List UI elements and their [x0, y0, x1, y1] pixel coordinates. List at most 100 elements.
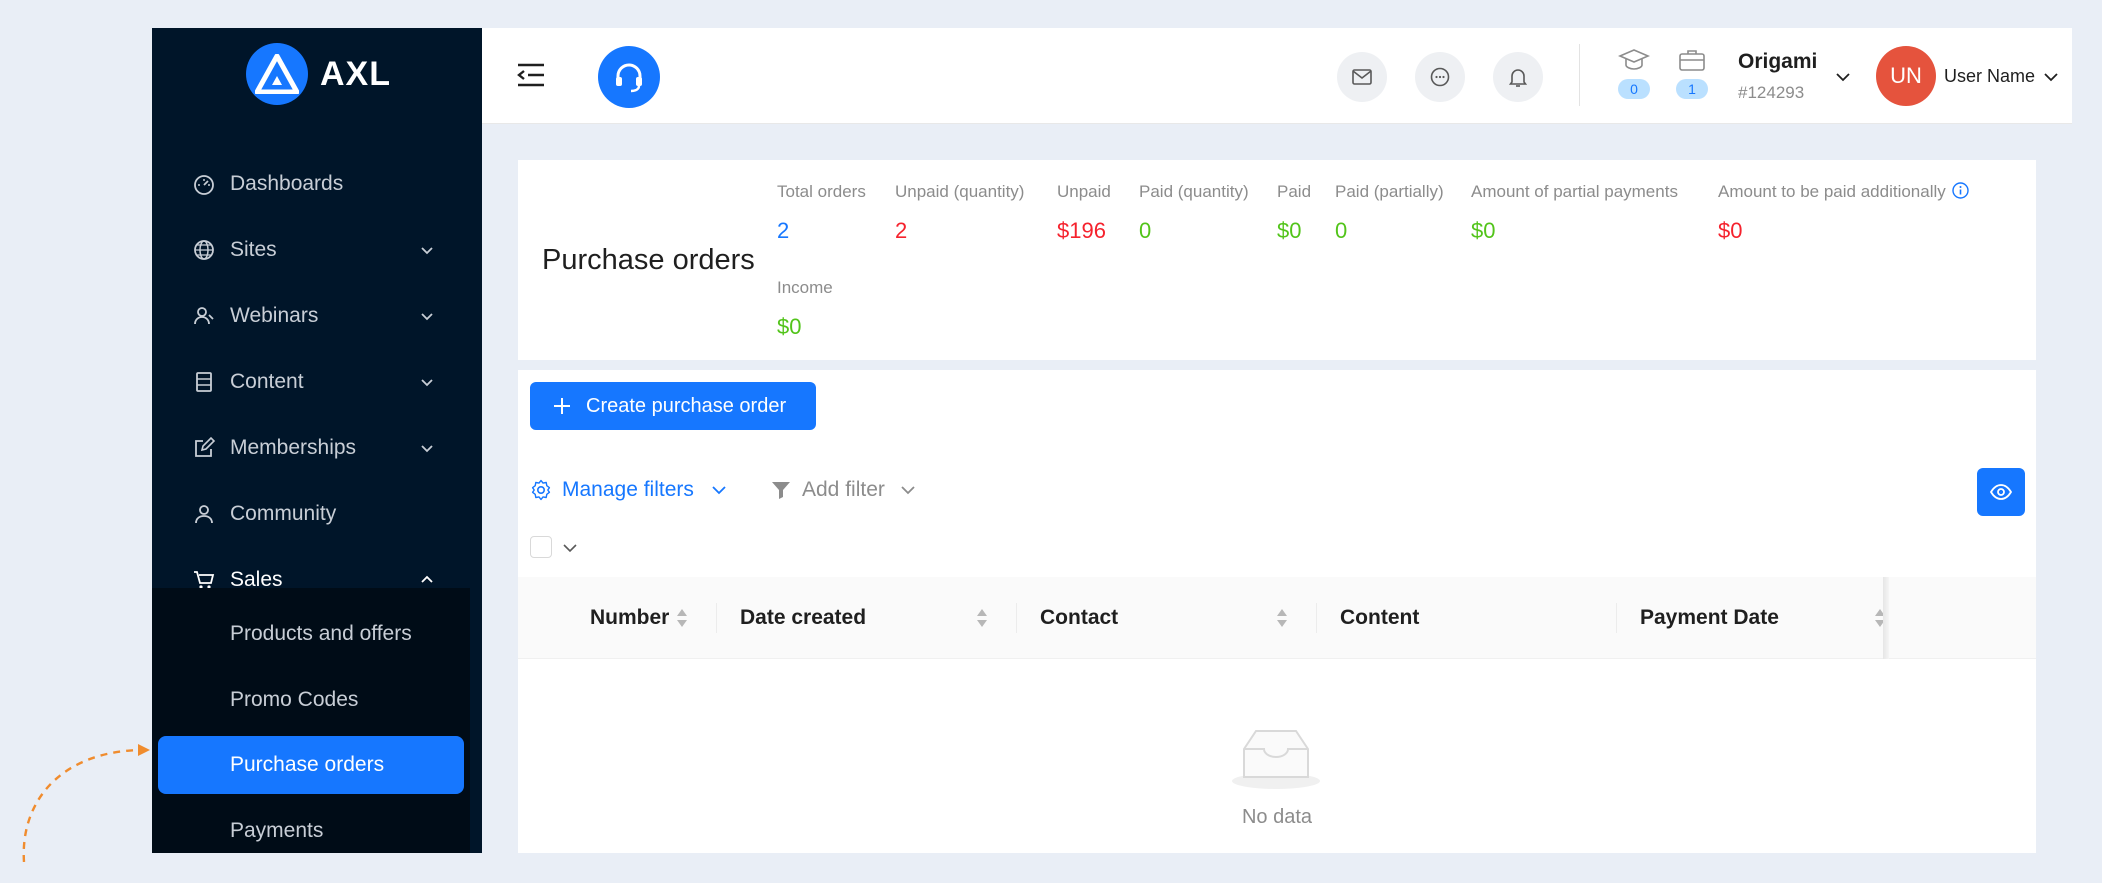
dashed-arrow-icon — [22, 744, 150, 862]
sidebar-scrollbar[interactable] — [470, 588, 482, 853]
org-name[interactable]: Origami — [1738, 50, 1817, 74]
dashboard-icon — [194, 175, 214, 195]
header-divider — [1579, 44, 1580, 106]
column-header-date-created[interactable]: Date created — [740, 577, 866, 659]
courses-counter[interactable]: 0 — [1616, 48, 1652, 99]
column-header-number[interactable]: Number — [590, 577, 669, 659]
user-name[interactable]: User Name — [1944, 66, 2035, 87]
stat-label: Amount of partial payments — [1471, 182, 1678, 201]
add-filter-label: Add filter — [802, 478, 885, 501]
courses-count-badge: 0 — [1618, 79, 1650, 99]
info-icon[interactable] — [1952, 182, 1969, 199]
sidebar-item-label: Memberships — [230, 436, 357, 459]
stat-value: 2 — [777, 218, 790, 243]
chat-button[interactable] — [1415, 52, 1465, 102]
bell-icon — [1508, 69, 1528, 87]
submenu-item-label: Products and offers — [230, 622, 412, 645]
webinar-icon — [194, 307, 214, 325]
stat-value: $0 — [1718, 218, 1743, 243]
logo-mark-icon — [246, 43, 308, 105]
support-button[interactable] — [598, 46, 660, 108]
fixed-column-shadow — [1883, 577, 1889, 659]
sidebar-item-sites[interactable]: Sites — [152, 222, 482, 278]
notifications-button[interactable] — [1493, 52, 1543, 102]
stat-value: $0 — [1277, 218, 1302, 243]
stat-value: 2 — [895, 218, 908, 243]
sort-icon[interactable] — [676, 607, 688, 629]
submenu-item-purchase-orders[interactable]: Purchase orders — [158, 736, 464, 794]
orders-table-card: Create purchase order Manage filters Add… — [518, 370, 2036, 853]
manage-filters-button[interactable]: Manage filters — [530, 478, 728, 502]
stat-label: Amount to be paid additionally — [1718, 182, 1946, 201]
column-header-content[interactable]: Content — [1340, 577, 1419, 659]
table-header: Number Date created Contact Content Paym… — [518, 577, 2036, 659]
chevron-down-icon — [421, 445, 433, 453]
submenu-item-payments[interactable]: Payments — [158, 802, 464, 853]
menu-fold-icon[interactable] — [516, 62, 546, 88]
submenu-item-label: Payments — [230, 819, 324, 842]
chat-icon — [1430, 67, 1450, 87]
user-icon — [195, 505, 213, 524]
sidebar-item-memberships[interactable]: Memberships — [152, 420, 482, 476]
column-visibility-button[interactable] — [1977, 468, 2025, 516]
mail-button[interactable] — [1337, 52, 1387, 102]
submenu-item-promo-codes[interactable]: Promo Codes — [158, 671, 464, 729]
sidebar-item-community[interactable]: Community — [152, 486, 482, 542]
plus-icon — [554, 398, 570, 414]
chevron-down-icon — [901, 486, 915, 495]
chevron-down-icon[interactable] — [1834, 68, 1852, 86]
stat-label: Paid (partially) — [1335, 182, 1444, 201]
empty-inbox-icon — [1232, 730, 1320, 789]
cases-count-badge: 1 — [1676, 79, 1708, 99]
stat-total-orders: Total orders 2 — [777, 182, 866, 244]
sidebar-item-webinars[interactable]: Webinars — [152, 288, 482, 344]
sidebar-item-label: Sites — [230, 238, 277, 261]
stat-paid-quantity: Paid (quantity) 0 — [1139, 182, 1249, 244]
briefcase-icon — [1679, 50, 1705, 71]
column-separator — [1016, 603, 1017, 633]
brand-name: AXL — [320, 54, 391, 93]
sort-icon[interactable] — [1276, 607, 1288, 629]
column-separator — [1616, 603, 1617, 633]
mail-icon — [1352, 69, 1372, 85]
sidebar-item-content[interactable]: Content — [152, 354, 482, 410]
create-button-label: Create purchase order — [586, 394, 787, 417]
cases-counter[interactable]: 1 — [1674, 48, 1710, 99]
sidebar: AXL Dashboards Sites Webinars Content Me… — [152, 28, 482, 853]
chevron-down-icon[interactable] — [562, 540, 578, 556]
submenu-item-products[interactable]: Products and offers — [158, 605, 464, 663]
column-separator — [716, 603, 717, 633]
brand-logo[interactable]: AXL — [246, 42, 391, 106]
sort-icon[interactable] — [976, 607, 988, 629]
stat-value: 0 — [1139, 218, 1152, 243]
chevron-down-icon — [421, 247, 433, 255]
column-header-contact[interactable]: Contact — [1040, 577, 1118, 659]
stat-unpaid: Unpaid $196 — [1057, 182, 1111, 244]
stat-paid-partially: Paid (partially) 0 — [1335, 182, 1444, 244]
eye-icon — [1989, 484, 2013, 500]
stat-value: $0 — [777, 314, 802, 339]
avatar[interactable]: UN — [1876, 46, 1936, 106]
chevron-down-icon — [421, 313, 433, 321]
manage-filters-label: Manage filters — [562, 478, 694, 501]
column-separator — [1316, 603, 1317, 633]
stat-value: 0 — [1335, 218, 1348, 243]
stat-label: Paid — [1277, 182, 1312, 201]
stat-paid: Paid $0 — [1277, 182, 1311, 244]
stat-value: $196 — [1057, 218, 1106, 243]
sales-submenu: Products and offers Promo Codes Purchase… — [152, 588, 470, 853]
sidebar-item-label: Content — [230, 370, 304, 393]
chevron-down-icon — [712, 486, 726, 495]
stat-partial-payments: Amount of partial payments $0 — [1471, 182, 1678, 244]
sidebar-item-label: Webinars — [230, 304, 319, 327]
sidebar-item-dashboards[interactable]: Dashboards — [152, 156, 482, 212]
stat-label: Paid (quantity) — [1139, 182, 1249, 201]
stat-label: Income — [777, 278, 833, 297]
sidebar-item-label: Dashboards — [230, 172, 344, 195]
chevron-down-icon[interactable] — [2042, 68, 2060, 86]
chevron-up-icon — [421, 575, 433, 583]
add-filter-button[interactable]: Add filter — [770, 478, 917, 502]
create-purchase-order-button[interactable]: Create purchase order — [530, 382, 816, 430]
column-header-payment-date[interactable]: Payment Date — [1640, 577, 1779, 659]
select-all-checkbox[interactable] — [530, 536, 552, 558]
